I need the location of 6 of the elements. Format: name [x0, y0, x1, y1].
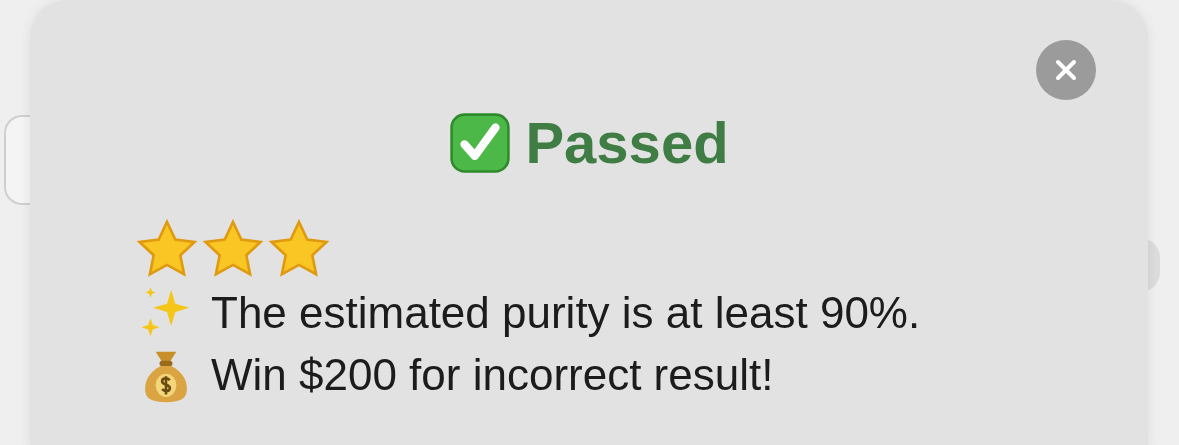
checkmark-icon: [449, 112, 512, 174]
close-button[interactable]: [1036, 40, 1096, 100]
result-message: The estimated purity is at least 90%.: [211, 287, 921, 339]
result-title: Passed: [525, 109, 729, 177]
result-message: Win $200 for incorrect result!: [211, 349, 774, 401]
close-icon: [1054, 58, 1078, 82]
